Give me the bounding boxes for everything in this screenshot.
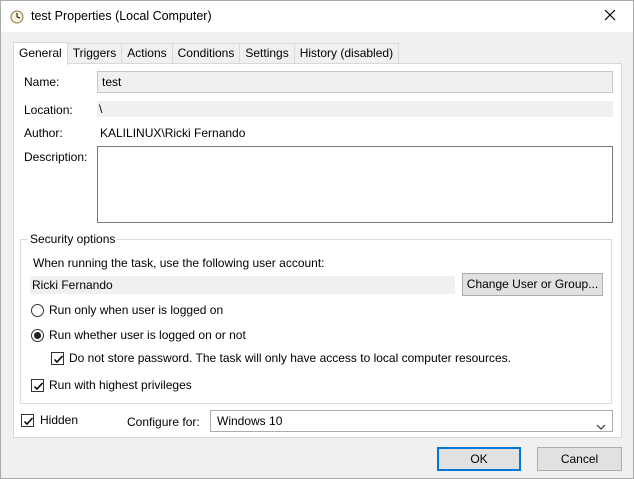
properties-window: test Properties (Local Computer) General…	[0, 0, 634, 479]
tab-general[interactable]: General	[13, 42, 68, 65]
run-whether-logged-on-radio[interactable]	[31, 329, 44, 342]
name-label: Name:	[24, 75, 60, 89]
location-label: Location:	[24, 103, 73, 117]
general-tab-panel: Name: test Location: \ Author: KALILINUX…	[13, 63, 622, 438]
author-label: Author:	[24, 126, 63, 140]
do-not-store-password-label[interactable]: Do not store password. The task will onl…	[69, 351, 511, 365]
change-user-group-button[interactable]: Change User or Group...	[462, 273, 603, 296]
ok-button[interactable]: OK	[437, 447, 521, 471]
window-title: test Properties (Local Computer)	[31, 9, 212, 23]
title-bar[interactable]: test Properties (Local Computer)	[1, 1, 633, 32]
tab-actions[interactable]: Actions	[121, 43, 173, 64]
tab-conditions[interactable]: Conditions	[171, 43, 241, 64]
run-only-logged-on-radio[interactable]	[31, 304, 44, 317]
tab-strip: General Triggers Actions Conditions Sett…	[13, 42, 400, 65]
name-field[interactable]: test	[97, 71, 613, 93]
checkmark-icon	[33, 382, 44, 391]
cancel-button[interactable]: Cancel	[537, 447, 622, 471]
tab-settings[interactable]: Settings	[239, 43, 295, 64]
close-icon	[604, 9, 616, 24]
run-only-logged-on-label[interactable]: Run only when user is logged on	[49, 303, 223, 317]
run-whether-logged-on-label[interactable]: Run whether user is logged on or not	[49, 328, 246, 342]
task-scheduler-clock-icon	[10, 10, 24, 24]
author-value: KALILINUX\Ricki Fernando	[100, 126, 246, 140]
checkmark-icon	[23, 417, 34, 426]
configure-for-label: Configure for:	[127, 415, 200, 429]
tab-history[interactable]: History (disabled)	[293, 43, 400, 64]
checkmark-icon	[53, 355, 64, 364]
configure-for-value: Windows 10	[217, 414, 283, 428]
tab-triggers[interactable]: Triggers	[66, 43, 123, 64]
user-account-field: Ricki Fernando	[30, 276, 455, 294]
run-highest-privileges-checkbox[interactable]	[31, 379, 44, 392]
run-highest-privileges-label[interactable]: Run with highest privileges	[49, 378, 192, 392]
hidden-checkbox[interactable]	[21, 414, 34, 427]
account-prompt-label: When running the task, use the following…	[33, 256, 325, 270]
configure-for-dropdown[interactable]: Windows 10	[210, 410, 613, 432]
description-label: Description:	[24, 150, 88, 164]
chevron-down-icon	[596, 417, 606, 437]
hidden-label[interactable]: Hidden	[40, 413, 78, 427]
close-button[interactable]	[587, 1, 633, 32]
description-textarea[interactable]	[97, 146, 613, 223]
security-options-title: Security options	[28, 232, 118, 246]
location-value: \	[97, 101, 613, 117]
do-not-store-password-checkbox[interactable]	[51, 352, 64, 365]
